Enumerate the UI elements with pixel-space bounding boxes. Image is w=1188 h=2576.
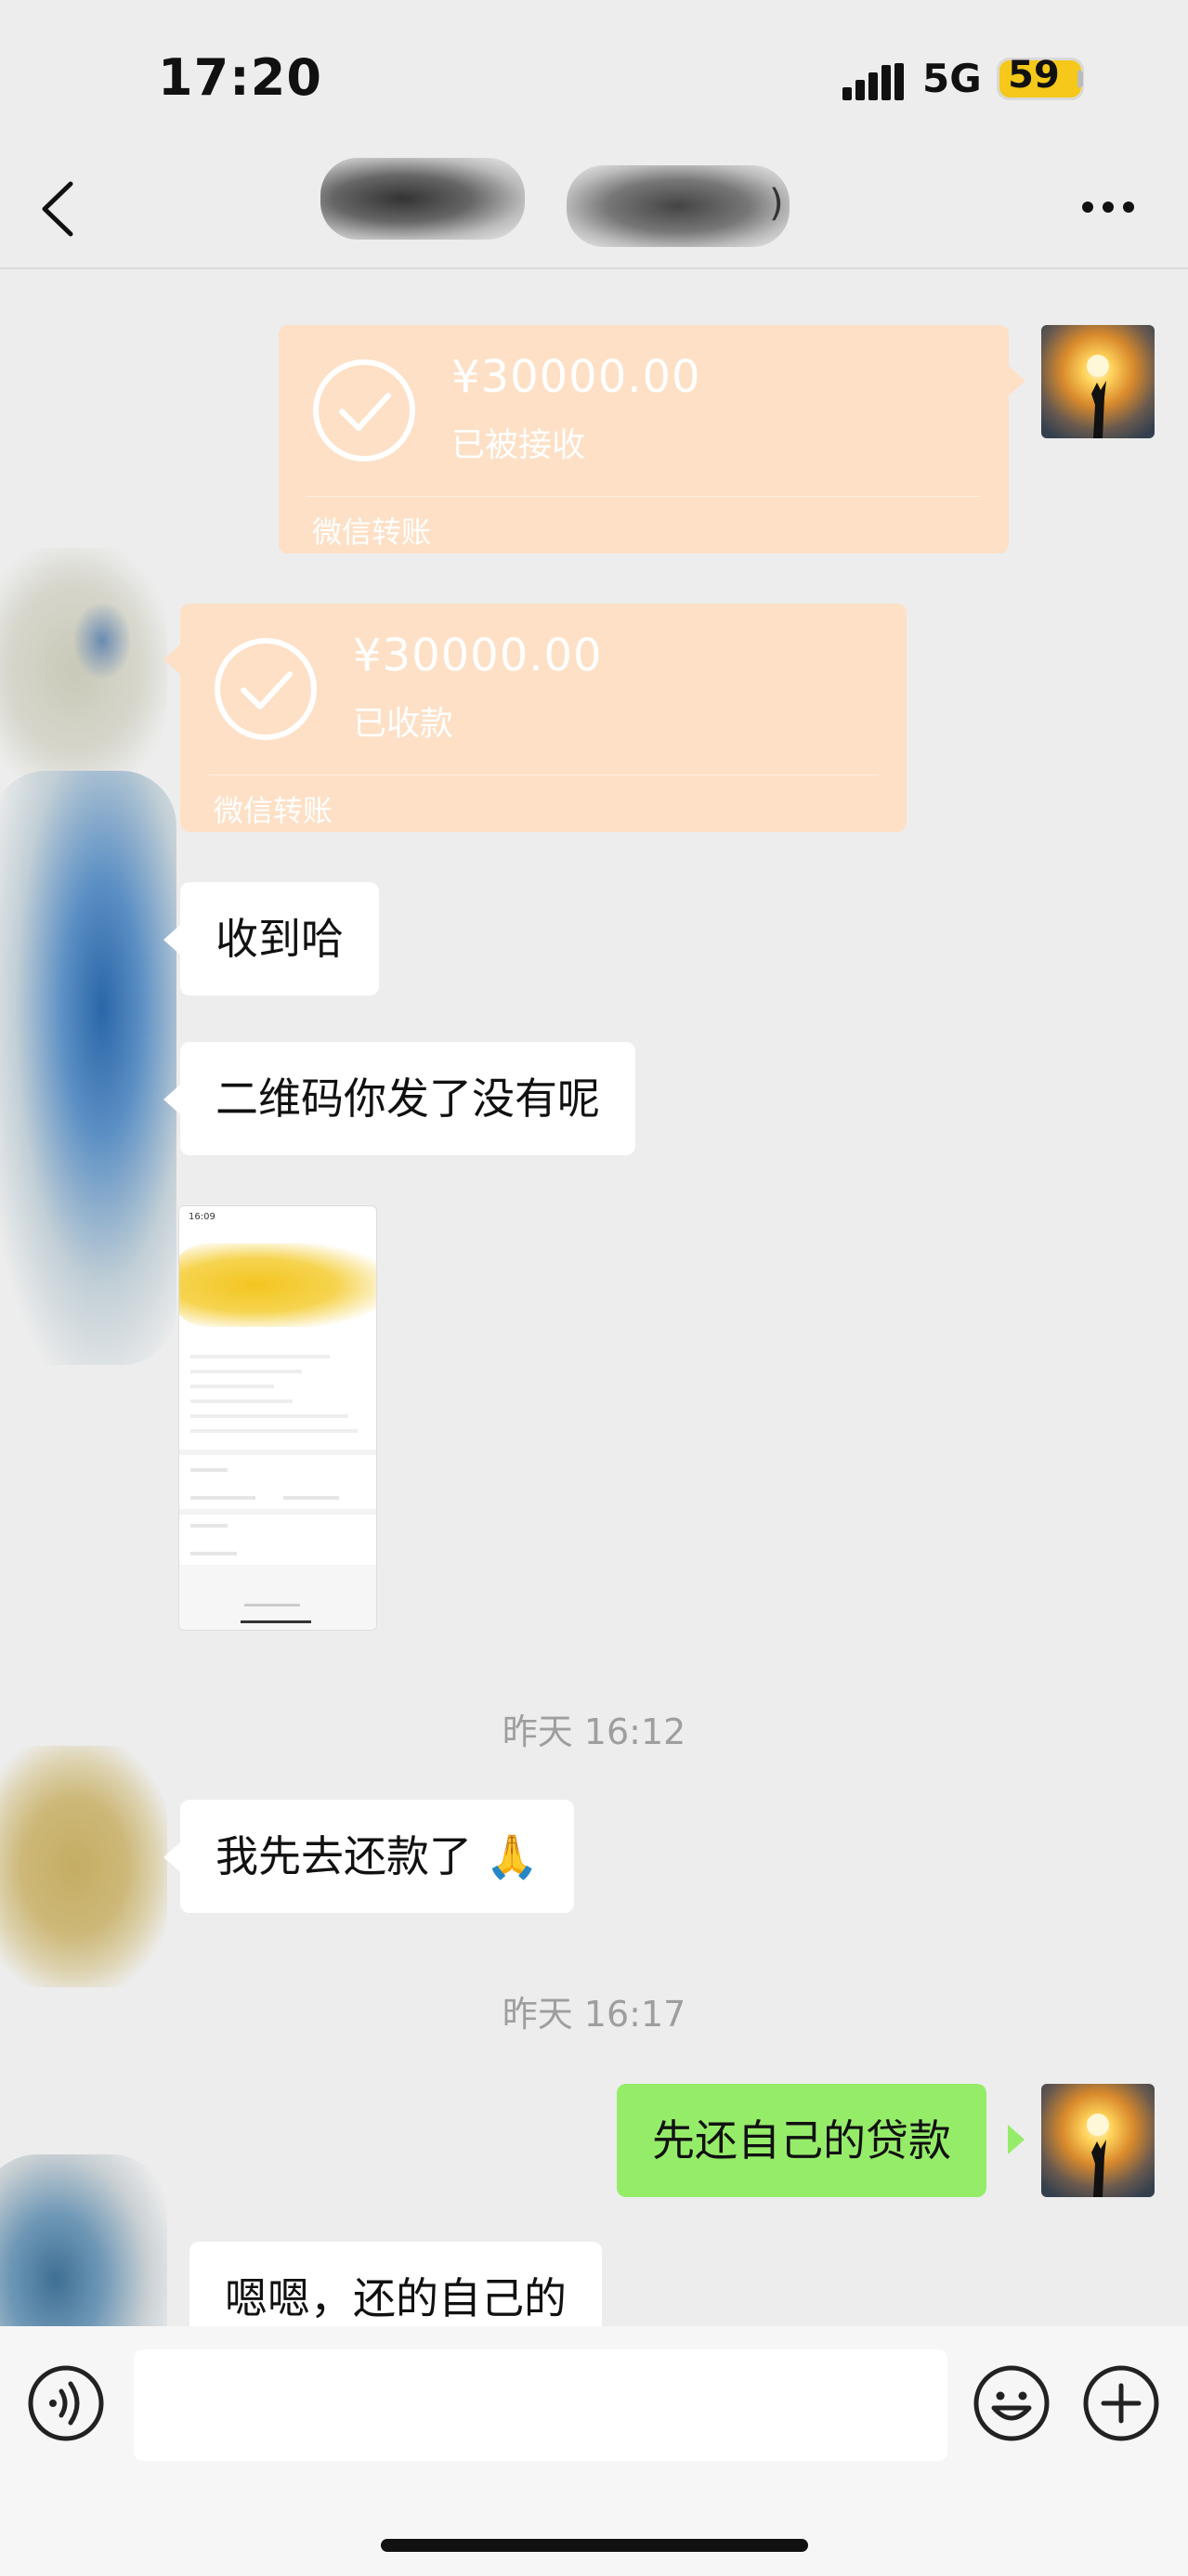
timestamp: 昨天 16:12	[502, 1711, 686, 1752]
thumb-sep	[179, 1509, 376, 1515]
transfer-status: 已被接收	[451, 426, 586, 464]
timestamp: 昨天 16:17	[502, 1994, 686, 2035]
transfer-status: 已收款	[353, 705, 454, 743]
thumb-line	[190, 1429, 358, 1433]
bubble-tail	[163, 644, 180, 674]
transfer-card-received[interactable]: ¥30000.00 已收款 微信转账	[180, 604, 907, 832]
message-bubble[interactable]: 二维码你发了没有呢	[180, 1042, 635, 1155]
thumb-line	[190, 1552, 237, 1555]
bubble-tail	[163, 1085, 180, 1114]
contact-avatar[interactable]	[0, 1746, 167, 1987]
thumb-line	[283, 1496, 339, 1500]
pray-emoji: 🙏	[485, 1831, 539, 1881]
bubble-tail	[1009, 366, 1025, 396]
status-time: 17:20	[158, 48, 322, 107]
transfer-divider	[208, 774, 879, 775]
battery-percent: 59	[1008, 54, 1060, 97]
thumb-line	[190, 1399, 293, 1403]
thumb-redacted	[179, 1243, 376, 1327]
thumb-sep	[179, 1450, 376, 1455]
signal-icon	[842, 63, 904, 100]
message-input[interactable]	[134, 2349, 947, 2461]
transfer-amount: ¥30000.00	[353, 630, 603, 682]
thumb-line	[190, 1385, 274, 1388]
plus-icon[interactable]	[1081, 2363, 1161, 2443]
image-message-thumbnail[interactable]: 16:09	[178, 1205, 377, 1631]
check-circle-icon	[313, 359, 415, 462]
bubble-tail	[163, 1842, 180, 1872]
message-bubble-mine[interactable]: 先还自己的贷款	[617, 2084, 986, 2197]
thumb-line	[244, 1604, 300, 1607]
chat-title-suffix: )	[769, 182, 784, 225]
thumb-line	[190, 1524, 228, 1528]
network-type: 5G	[922, 56, 982, 101]
message-bubble[interactable]: 收到哈	[180, 882, 379, 995]
message-bubble[interactable]: 我先去还款了 🙏	[180, 1800, 574, 1913]
transfer-label: 微信转账	[312, 514, 432, 550]
transfer-card-sent[interactable]: ¥30000.00 已被接收 微信转账	[279, 325, 1009, 553]
chevron-left-icon[interactable]	[35, 178, 82, 240]
bubble-tail	[163, 925, 180, 955]
chat-title-redacted	[567, 165, 790, 247]
thumb-time: 16:09	[189, 1212, 215, 1222]
voice-icon[interactable]	[26, 2363, 106, 2443]
transfer-divider	[307, 496, 981, 497]
battery-tip	[1077, 71, 1083, 87]
header-divider	[0, 267, 1188, 269]
my-avatar[interactable]	[1041, 325, 1155, 438]
chat-title-redacted	[320, 158, 525, 240]
bubble-tail	[1008, 2125, 1025, 2154]
thumb-home-bar	[241, 1620, 311, 1623]
contact-avatar[interactable]	[0, 771, 176, 1365]
check-circle-icon	[215, 638, 317, 740]
transfer-amount: ¥30000.00	[451, 351, 701, 403]
thumb-line	[190, 1370, 302, 1373]
thumb-line	[190, 1414, 348, 1418]
thumb-line	[190, 1496, 255, 1500]
home-indicator	[381, 2539, 808, 2552]
more-dots-icon[interactable]	[1081, 201, 1135, 214]
my-avatar[interactable]	[1041, 2084, 1155, 2197]
message-text: 我先去还款了	[215, 1831, 472, 1881]
emoji-icon[interactable]	[972, 2363, 1051, 2443]
thumb-line	[190, 1468, 228, 1472]
contact-avatar-blur	[74, 604, 130, 678]
thumb-line	[190, 1355, 330, 1359]
transfer-label: 微信转账	[214, 793, 333, 828]
